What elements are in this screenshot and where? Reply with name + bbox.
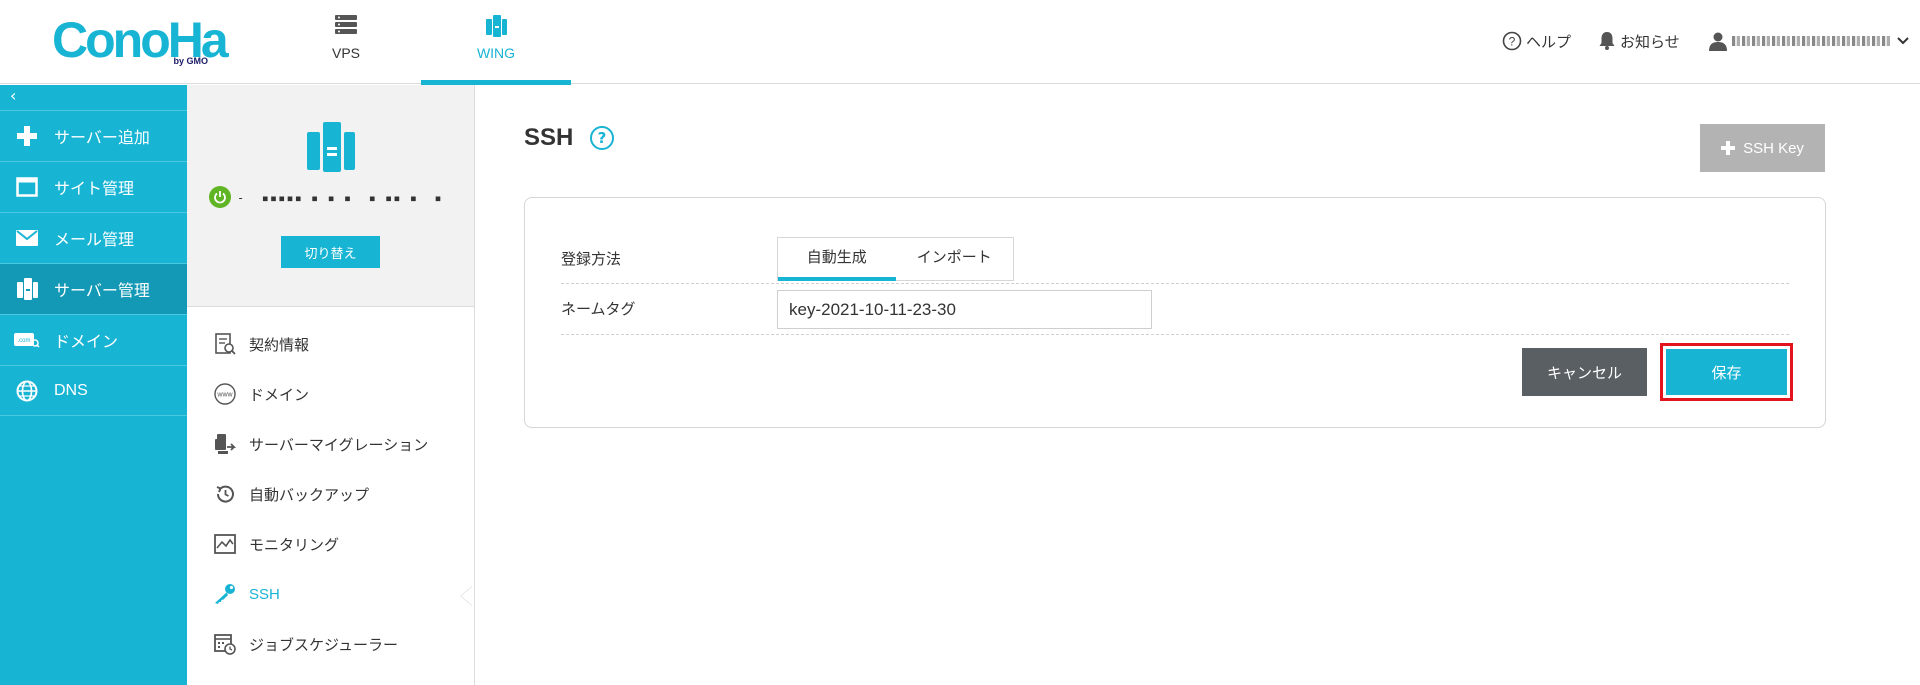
logo-subtext: by GMO (173, 56, 208, 66)
svg-text:www: www (216, 392, 233, 399)
sidebar-item-label: サーバー管理 (54, 283, 150, 300)
top-header: ConoHa by GMO VPS WING ? ヘルプ お知らせ (0, 0, 1920, 85)
sidebar-item-domain[interactable]: .com ドメイン (0, 314, 187, 365)
menu-item-monitoring[interactable]: モニタリング (187, 519, 474, 569)
page-title: SSH (524, 124, 574, 151)
sidebar-item-label: サーバー追加 (54, 130, 150, 147)
svg-text:?: ? (1509, 35, 1516, 49)
nav-vps-label: VPS (331, 45, 360, 61)
wing-server-icon (486, 15, 507, 37)
sidebar-item-site[interactable]: サイト管理 (0, 161, 187, 212)
sidebar-item-dns[interactable]: DNS (0, 365, 187, 416)
scheduler-icon (213, 634, 236, 655)
main-sidebar: ‹ サーバー追加 サイト管理 メール管理 サーバー管理 .com ドメイン DN… (0, 85, 187, 685)
menu-item-label: 自動バックアップ (249, 486, 370, 504)
sidebar-item-add-server[interactable]: サーバー追加 (0, 110, 187, 161)
power-status-icon (209, 186, 231, 208)
method-label: 登録方法 (561, 251, 622, 268)
server-name-masked: - ▪▪▪▪▪ ▪ ▪ ▪ ▪ ▪▪ ▪ ▪ (237, 191, 443, 205)
menu-item-label: モニタリング (249, 536, 340, 554)
contract-icon (214, 333, 236, 355)
backup-icon (216, 485, 234, 503)
menu-item-label: 契約情報 (249, 336, 310, 354)
www-icon: www (213, 383, 236, 405)
menu-item-backup[interactable]: 自動バックアップ (187, 469, 474, 519)
help-question-icon[interactable]: ? (590, 126, 614, 150)
monitoring-icon (213, 534, 236, 554)
server-sub-panel: - ▪▪▪▪▪ ▪ ▪ ▪ ▪ ▪▪ ▪ ▪ 切り替え 契約情報 www ドメイ… (187, 85, 475, 685)
server-stack-icon (335, 15, 357, 34)
menu-item-label: ジョブスケジューラー (249, 636, 398, 654)
help-circle-icon: ? (1502, 31, 1522, 51)
notice-label: お知らせ (1620, 33, 1680, 51)
nav-vps[interactable]: VPS (271, 0, 421, 84)
menu-item-label: SSH (249, 585, 280, 603)
tab-auto-generate[interactable]: 自動生成 (778, 238, 896, 281)
server-large-icon (307, 122, 355, 172)
menu-item-migration[interactable]: サーバーマイグレーション (187, 419, 474, 469)
sidebar-item-server[interactable]: サーバー管理 (0, 263, 187, 314)
migration-icon (214, 434, 236, 454)
save-button[interactable]: 保存 (1666, 349, 1787, 395)
server-menu: 契約情報 www ドメイン サーバーマイグレーション 自動バックアップ モニタリ… (187, 307, 474, 669)
menu-item-label: ドメイン (249, 386, 310, 404)
chevron-down-icon (1897, 37, 1909, 45)
user-name-masked (1732, 36, 1892, 46)
sidebar-item-label: サイト管理 (54, 181, 135, 198)
user-icon (1709, 32, 1727, 51)
svg-text:.com: .com (17, 338, 30, 344)
plus-icon (1721, 141, 1736, 155)
add-ssh-key-button[interactable]: SSH Key (1700, 124, 1825, 172)
cancel-button[interactable]: キャンセル (1522, 348, 1647, 396)
nav-wing-label: WING (476, 45, 516, 61)
sidebar-item-label: DNS (54, 381, 88, 399)
nav-wing[interactable]: WING (421, 0, 571, 85)
ssh-key-form: 登録方法 自動生成 インポート ネームタグ キャンセル 保存 (524, 197, 1826, 428)
sidebar-collapse-button[interactable]: ‹ (0, 85, 187, 110)
save-highlight-box: 保存 (1660, 343, 1793, 401)
sidebar-item-label: メール管理 (54, 232, 135, 249)
plus-icon (17, 126, 37, 146)
menu-item-label: サーバーマイグレーション (249, 436, 429, 454)
switch-server-button[interactable]: 切り替え (281, 236, 380, 268)
active-menu-pointer (460, 586, 473, 606)
menu-item-scheduler[interactable]: ジョブスケジューラー (187, 619, 474, 669)
window-icon (16, 177, 38, 197)
globe-icon (16, 380, 38, 401)
add-ssh-key-label: SSH Key (1743, 139, 1804, 157)
sidebar-item-mail[interactable]: メール管理 (0, 212, 187, 263)
bell-icon (1599, 32, 1615, 50)
sidebar-item-label: ドメイン (54, 334, 119, 351)
chevron-left-icon: ‹ (10, 86, 17, 105)
notice-link[interactable]: お知らせ (1598, 28, 1680, 54)
divider (561, 283, 1789, 284)
divider (561, 334, 1789, 335)
help-label: ヘルプ (1526, 33, 1572, 51)
server-info-block: - ▪▪▪▪▪ ▪ ▪ ▪ ▪ ▪▪ ▪ ▪ 切り替え (187, 85, 474, 307)
tab-import[interactable]: インポート (896, 238, 1014, 280)
conoha-logo[interactable]: ConoHa by GMO (52, 12, 229, 72)
mail-icon (16, 230, 38, 246)
nametag-label: ネームタグ (561, 301, 636, 318)
server-icon (17, 278, 38, 300)
help-link[interactable]: ? ヘルプ (1502, 28, 1571, 54)
domain-icon: .com (14, 333, 40, 348)
key-icon (214, 584, 235, 604)
menu-item-ssh[interactable]: SSH (187, 569, 474, 619)
menu-item-domain[interactable]: www ドメイン (187, 369, 474, 419)
method-tabs: 自動生成 インポート (777, 237, 1014, 281)
nametag-input[interactable] (777, 290, 1152, 329)
user-menu[interactable] (1708, 28, 1910, 54)
menu-item-contract[interactable]: 契約情報 (187, 319, 474, 369)
